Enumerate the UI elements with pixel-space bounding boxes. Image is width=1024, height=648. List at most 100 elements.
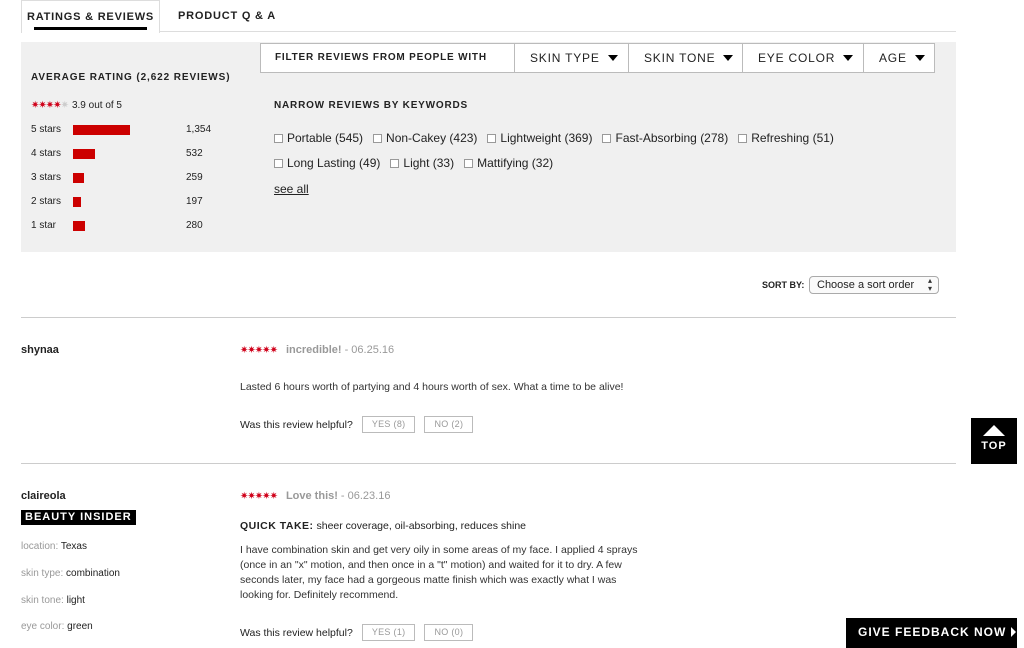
meta-key: location: xyxy=(21,541,59,552)
review-title: incredible! xyxy=(285,344,342,356)
histogram-row[interactable]: 5 stars 1,354 xyxy=(31,123,231,137)
checkbox-icon[interactable] xyxy=(390,158,400,168)
keyword-checkbox[interactable]: Long Lasting (49) xyxy=(274,156,380,170)
review-stars-icon: ✷ ✷ ✷ ✷ ✷ xyxy=(240,344,278,356)
helpful-yes-button[interactable]: YES (1) xyxy=(361,624,416,641)
active-tab-underline xyxy=(34,27,147,30)
review-date: - 06.23.16 xyxy=(340,490,391,502)
star-icon: ✷ xyxy=(53,100,61,111)
helpful-row: Was this review helpful? YES (1) NO (0) xyxy=(240,624,474,641)
keyword-label: Light (33) xyxy=(403,156,455,170)
back-to-top-button[interactable]: TOP xyxy=(971,418,1017,464)
keyword-label: Long Lasting (49) xyxy=(287,156,381,170)
helpful-no-button[interactable]: NO (2) xyxy=(424,416,474,433)
keyword-checkbox[interactable]: Fast-Absorbing (278) xyxy=(602,131,728,145)
checkbox-icon[interactable] xyxy=(487,133,497,143)
keyword-row: Portable (545) Non-Cakey (423) Lightweig… xyxy=(274,131,844,145)
sort-select[interactable]: Choose a sort order ▴ ▾ xyxy=(809,276,939,294)
meta-key: eye color: xyxy=(21,621,65,632)
tab-bar: RATINGS & REVIEWS PRODUCT Q & A xyxy=(21,0,956,33)
helpful-question: Was this review helpful? xyxy=(240,626,353,639)
quick-take-text: sheer coverage, oil-absorbing, reduces s… xyxy=(316,520,527,532)
chevron-down-icon xyxy=(843,54,854,61)
give-feedback-button[interactable]: GIVE FEEDBACK NOW xyxy=(846,618,1017,648)
meta-value: Texas xyxy=(60,541,87,552)
meta-value: green xyxy=(67,621,93,632)
average-rating: ✷ ✷ ✷ ✷ ✷ 3.9 out of 5 xyxy=(31,100,122,111)
filter-skin-tone-dropdown[interactable]: SKIN TONE xyxy=(629,44,743,72)
histogram-row[interactable]: 3 stars 259 xyxy=(31,171,231,185)
average-rating-stars-icon: ✷ ✷ ✷ ✷ ✷ xyxy=(31,100,69,111)
keyword-label: Refreshing (51) xyxy=(751,131,834,145)
reviewer-name[interactable]: claireola xyxy=(21,490,66,502)
keyword-checkbox[interactable]: Light (33) xyxy=(390,156,454,170)
histogram-label: 5 stars xyxy=(31,124,62,135)
filter-skin-type-dropdown[interactable]: SKIN TYPE xyxy=(515,44,629,72)
keyword-checkbox[interactable]: Portable (545) xyxy=(274,131,363,145)
keyword-checkbox[interactable]: Lightweight (369) xyxy=(487,131,592,145)
dropdown-label: EYE COLOR xyxy=(758,51,836,65)
tab-product-qa[interactable]: PRODUCT Q & A xyxy=(172,0,282,32)
sort-label: SORT BY: xyxy=(762,280,805,290)
reviewer-eye-color: eye color: green xyxy=(21,621,93,632)
chevron-down-icon xyxy=(723,54,734,61)
chevron-down-icon xyxy=(914,54,925,61)
chevron-down-icon xyxy=(607,54,618,61)
keyword-label: Non-Cakey (423) xyxy=(386,131,478,145)
star-icon: ✷ xyxy=(31,100,39,111)
histogram-row[interactable]: 4 stars 532 xyxy=(31,147,231,161)
histogram-label: 4 stars xyxy=(31,148,62,159)
checkbox-icon[interactable] xyxy=(274,133,283,143)
see-all-link[interactable]: see all xyxy=(274,182,309,196)
histogram-count: 280 xyxy=(186,220,203,231)
reviewer-location: location: Texas xyxy=(21,541,87,552)
review-header: ✷ ✷ ✷ ✷ ✷ Love this! - 06.23.16 xyxy=(240,490,390,502)
histogram-count: 532 xyxy=(186,148,203,159)
ratings-panel: AVERAGE RATING (2,622 REVIEWS) ✷ ✷ ✷ ✷ ✷ 3.9… xyxy=(21,42,956,252)
tab-ratings-reviews[interactable]: RATINGS & REVIEWS xyxy=(21,0,160,33)
reviewer-skin-tone: skin tone: light xyxy=(21,595,85,606)
dropdown-label: AGE xyxy=(879,51,907,65)
star-icon: ✷ xyxy=(60,100,69,111)
filter-eye-color-dropdown[interactable]: EYE COLOR xyxy=(743,44,864,72)
review-body: I have combination skin and get very oil… xyxy=(240,544,638,601)
helpful-no-button[interactable]: NO (0) xyxy=(424,624,474,641)
average-rating-text: 3.9 out of 5 xyxy=(71,100,122,111)
checkbox-icon[interactable] xyxy=(373,133,383,143)
star-icon: ✷ xyxy=(240,344,248,356)
keyword-checkbox[interactable]: Mattifying (32) xyxy=(464,156,553,170)
histogram-bar xyxy=(73,221,85,231)
checkbox-icon[interactable] xyxy=(274,158,283,168)
star-icon: ✷ xyxy=(262,344,270,356)
reviewer-skin-type: skin type: combination xyxy=(21,568,120,579)
star-icon: ✷ xyxy=(247,490,255,502)
arrow-up-icon xyxy=(983,425,1005,436)
helpful-row: Was this review helpful? YES (8) NO (2) xyxy=(240,416,474,433)
divider xyxy=(21,317,956,318)
histogram-label: 2 stars xyxy=(31,196,62,207)
histogram-row[interactable]: 1 star 280 xyxy=(31,219,231,233)
star-icon: ✷ xyxy=(254,490,263,502)
keywords-title: NARROW REVIEWS BY KEYWORDS xyxy=(274,100,468,111)
histogram-bar xyxy=(73,173,84,183)
star-icon: ✷ xyxy=(269,344,278,356)
sort-select-value: Choose a sort order xyxy=(817,279,915,291)
histogram-bar xyxy=(73,125,130,135)
star-icon: ✷ xyxy=(254,344,263,356)
keyword-row: Long Lasting (49) Light (33) Mattifying … xyxy=(274,156,563,170)
helpful-yes-button[interactable]: YES (8) xyxy=(361,416,416,433)
tab-ratings-label: RATINGS & REVIEWS xyxy=(26,11,155,23)
checkbox-icon[interactable] xyxy=(738,133,748,143)
dropdown-label: SKIN TONE xyxy=(644,51,716,65)
give-feedback-label: GIVE FEEDBACK NOW xyxy=(858,625,1007,639)
quick-take-label: QUICK TAKE: xyxy=(240,520,314,532)
checkbox-icon[interactable] xyxy=(602,133,612,143)
checkbox-icon[interactable] xyxy=(464,158,474,168)
keyword-checkbox[interactable]: Refreshing (51) xyxy=(738,131,834,145)
filter-age-dropdown[interactable]: AGE xyxy=(864,44,934,72)
reviewer-name[interactable]: shynaa xyxy=(21,344,59,356)
star-icon: ✷ xyxy=(262,490,270,502)
keyword-checkbox[interactable]: Non-Cakey (423) xyxy=(373,131,477,145)
histogram-row[interactable]: 2 stars 197 xyxy=(31,195,231,209)
quick-take: QUICK TAKE: sheer coverage, oil-absorbin… xyxy=(240,520,526,532)
